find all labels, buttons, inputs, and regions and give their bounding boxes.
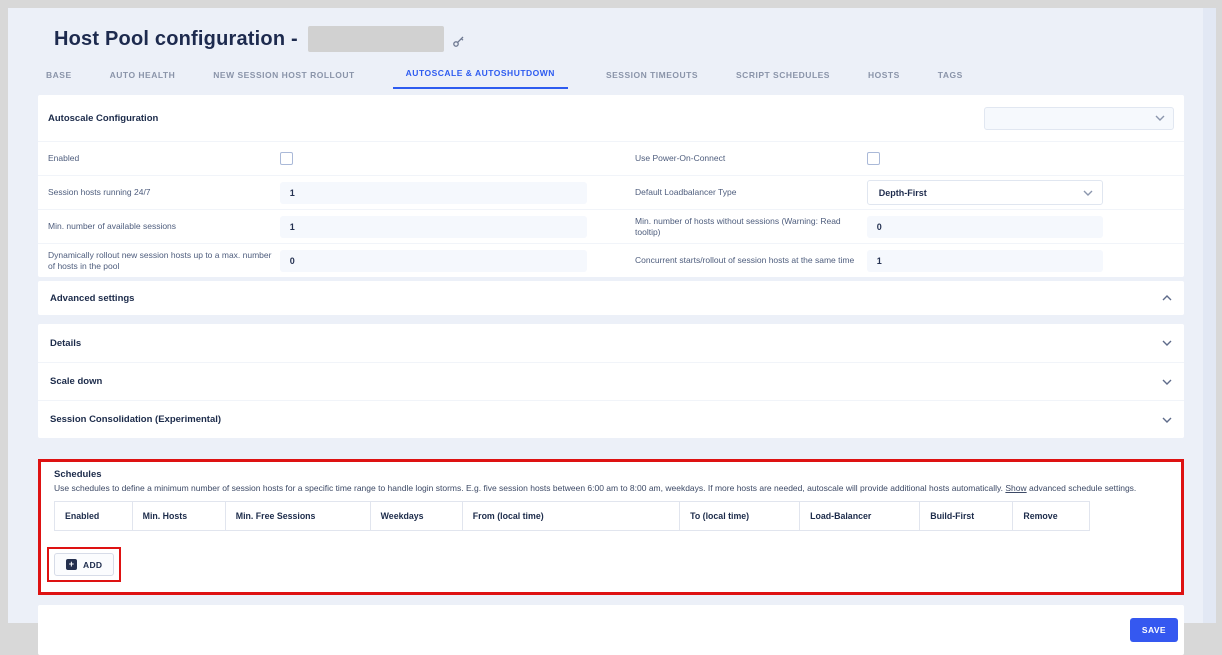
column-header-remove: Remove bbox=[1013, 502, 1090, 531]
min-available-sessions-label: Min. number of available sessions bbox=[48, 221, 280, 231]
column-header-min-hosts: Min. Hosts bbox=[132, 502, 225, 531]
tab-script-schedules[interactable]: SCRIPT SCHEDULES bbox=[736, 70, 830, 89]
host-pool-name-redacted bbox=[308, 26, 444, 52]
page-header: Host Pool configuration - bbox=[54, 24, 1184, 54]
column-header-to-local-time: To (local time) bbox=[680, 502, 800, 531]
schedules-description-suffix: advanced schedule settings. bbox=[1027, 483, 1137, 493]
advanced-settings-accordion[interactable]: Advanced settings bbox=[38, 281, 1184, 315]
column-header-min-free-sessions: Min. Free Sessions bbox=[225, 502, 370, 531]
schedules-annotation-box: Schedules Use schedules to define a mini… bbox=[38, 459, 1184, 595]
chevron-up-icon bbox=[1162, 295, 1172, 301]
vertical-scrollbar[interactable] bbox=[1203, 8, 1216, 623]
chevron-down-icon bbox=[1162, 417, 1172, 423]
advanced-subsections-panel: Details Scale down Session Consolidation… bbox=[38, 324, 1184, 438]
concurrent-starts-label: Concurrent starts/rollout of session hos… bbox=[635, 255, 867, 265]
tab-base[interactable]: BASE bbox=[46, 70, 72, 89]
session-consolidation-accordion[interactable]: Session Consolidation (Experimental) bbox=[38, 400, 1184, 438]
column-header-load-balancer: Load-Balancer bbox=[800, 502, 920, 531]
column-header-enabled: Enabled bbox=[55, 502, 133, 531]
host-pool-config-card: Host Pool configuration - BASE AUTO HEAL… bbox=[8, 8, 1216, 623]
use-power-on-connect-label: Use Power-On-Connect bbox=[635, 153, 867, 163]
schedules-table-header-row: Enabled Min. Hosts Min. Free Sessions We… bbox=[55, 502, 1090, 531]
enabled-label: Enabled bbox=[48, 153, 280, 163]
tab-auto-health[interactable]: AUTO HEALTH bbox=[110, 70, 176, 89]
enabled-checkbox[interactable] bbox=[280, 152, 293, 165]
footer-panel: SAVE bbox=[38, 605, 1184, 655]
column-header-from-local-time: From (local time) bbox=[462, 502, 679, 531]
concurrent-starts-input[interactable] bbox=[867, 250, 1103, 272]
add-button-annotation-box: + ADD bbox=[47, 547, 121, 582]
column-header-weekdays: Weekdays bbox=[370, 502, 462, 531]
min-hosts-without-sessions-label: Min. number of hosts without sessions (W… bbox=[635, 216, 867, 236]
autoscale-config-select[interactable] bbox=[984, 107, 1174, 130]
save-button[interactable]: SAVE bbox=[1130, 618, 1178, 642]
default-loadbalancer-type-value: Depth-First bbox=[879, 188, 927, 198]
key-icon[interactable] bbox=[452, 35, 465, 53]
default-loadbalancer-type-label: Default Loadbalancer Type bbox=[635, 187, 867, 197]
min-hosts-without-sessions-input[interactable] bbox=[867, 216, 1103, 238]
tab-new-session-host-rollout[interactable]: NEW SESSION HOST ROLLOUT bbox=[213, 70, 354, 89]
schedules-description-text: Use schedules to define a minimum number… bbox=[54, 483, 1005, 493]
tab-autoscale-autoshutdown[interactable]: AUTOSCALE & AUTOSHUTDOWN bbox=[393, 68, 568, 89]
session-consolidation-title: Session Consolidation (Experimental) bbox=[50, 414, 221, 425]
advanced-settings-title: Advanced settings bbox=[50, 293, 134, 304]
chevron-down-icon bbox=[1162, 379, 1172, 385]
chevron-down-icon bbox=[1162, 340, 1172, 346]
default-loadbalancer-type-select[interactable]: Depth-First bbox=[867, 180, 1103, 205]
use-power-on-connect-checkbox[interactable] bbox=[867, 152, 880, 165]
column-header-build-first: Build-First bbox=[920, 502, 1013, 531]
add-schedule-button-label: ADD bbox=[83, 560, 102, 570]
schedules-table: Enabled Min. Hosts Min. Free Sessions We… bbox=[54, 501, 1090, 531]
form-row: Session hosts running 24/7 Default Loadb… bbox=[38, 175, 1184, 209]
schedules-description: Use schedules to define a minimum number… bbox=[54, 483, 1168, 493]
autoscale-configuration-panel: Autoscale Configuration Enabled Use Powe… bbox=[38, 95, 1184, 277]
chevron-down-icon bbox=[1083, 190, 1093, 196]
session-hosts-24-7-input[interactable] bbox=[280, 182, 587, 204]
details-accordion[interactable]: Details bbox=[38, 324, 1184, 362]
session-hosts-24-7-label: Session hosts running 24/7 bbox=[48, 187, 280, 197]
scale-down-title: Scale down bbox=[50, 376, 102, 387]
show-advanced-schedule-settings-link[interactable]: Show bbox=[1005, 483, 1026, 493]
tab-hosts[interactable]: HOSTS bbox=[868, 70, 900, 89]
page-title: Host Pool configuration - bbox=[54, 28, 298, 51]
chevron-down-icon bbox=[1155, 115, 1165, 121]
form-row: Dynamically rollout new session hosts up… bbox=[38, 243, 1184, 277]
tab-tags[interactable]: TAGS bbox=[938, 70, 963, 89]
details-title: Details bbox=[50, 338, 81, 349]
form-row: Enabled Use Power-On-Connect bbox=[38, 141, 1184, 175]
add-schedule-button[interactable]: + ADD bbox=[54, 553, 114, 576]
dynamic-rollout-max-hosts-input[interactable] bbox=[280, 250, 587, 272]
autoscale-configuration-title: Autoscale Configuration bbox=[48, 113, 158, 124]
form-row: Min. number of available sessions Min. n… bbox=[38, 209, 1184, 243]
min-available-sessions-input[interactable] bbox=[280, 216, 587, 238]
schedules-title: Schedules bbox=[54, 469, 1168, 480]
tab-bar: BASE AUTO HEALTH NEW SESSION HOST ROLLOU… bbox=[46, 68, 1184, 89]
tab-session-timeouts[interactable]: SESSION TIMEOUTS bbox=[606, 70, 698, 89]
scale-down-accordion[interactable]: Scale down bbox=[38, 362, 1184, 400]
dynamic-rollout-max-hosts-label: Dynamically rollout new session hosts up… bbox=[48, 250, 280, 270]
plus-icon: + bbox=[66, 559, 77, 570]
